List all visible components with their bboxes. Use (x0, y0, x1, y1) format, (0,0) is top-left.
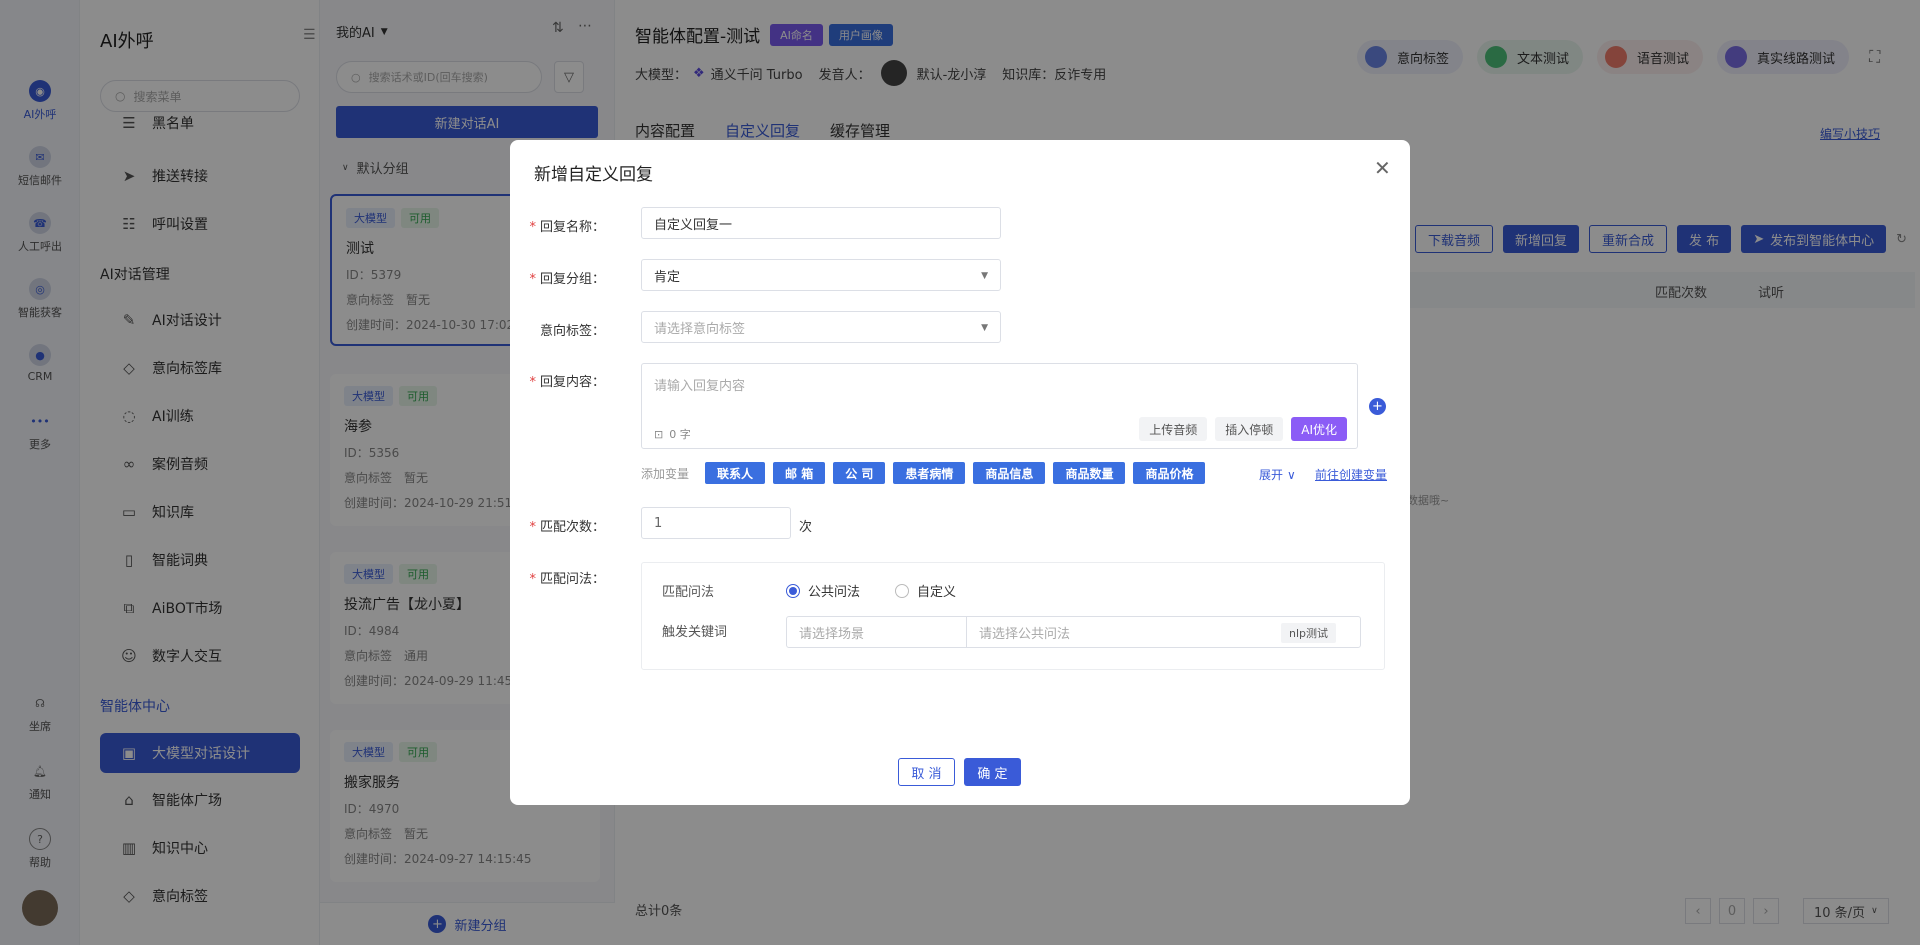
add-variable-label: 添加变量 (641, 466, 690, 481)
confirm-button[interactable]: 确 定 (964, 758, 1021, 786)
content-label: * 回复内容： (529, 375, 605, 390)
reply-group-label-text: 回复分组： (539, 272, 605, 287)
reply-name-input[interactable]: 自定义回复一 (641, 207, 1001, 239)
char-count: ⊡ 0 字 (654, 426, 691, 442)
radio-public[interactable]: 公共问法 (786, 581, 860, 600)
chevron-down-icon: ∨ (1287, 467, 1296, 482)
caret-down-icon: ▼ (981, 271, 988, 281)
radio-custom-label: 自定义 (917, 585, 957, 600)
content-tools: 上传音频 插入停顿 AI优化 (1131, 417, 1347, 441)
intent-select[interactable]: 请选择意向标签 ▼ (641, 311, 1001, 343)
match-question-label-text: 匹配问法： (539, 572, 605, 587)
caret-down-icon: ▼ (981, 323, 988, 333)
match-count-value: 1 (654, 515, 663, 531)
scene-select[interactable]: 请选择场景 (787, 617, 967, 647)
add-content-icon[interactable]: + (1369, 398, 1386, 415)
radio-public-label: 公共问法 (808, 585, 861, 600)
variable-chip[interactable]: 联系人 (705, 462, 766, 484)
variable-chip[interactable]: 公 司 (833, 462, 886, 484)
variable-chip[interactable]: 邮 箱 (773, 462, 826, 484)
intent-label: 意向标签： (539, 324, 605, 339)
add-reply-modal: 新增自定义回复 ✕ * 回复名称： 自定义回复一 * 回复分组： 肯定 ▼ 意向标签：… (510, 140, 1410, 805)
variable-chip[interactable]: 商品数量 (1053, 462, 1126, 484)
ai-optimize-button[interactable]: AI优化 (1291, 417, 1347, 441)
upload-audio-button[interactable]: 上传音频 (1139, 417, 1208, 441)
variable-chip[interactable]: 患者病情 (893, 462, 966, 484)
expand-toggle[interactable]: 展开 ∨ (1259, 466, 1296, 483)
content-label-text: 回复内容： (539, 375, 605, 390)
variable-chip[interactable]: 商品信息 (973, 462, 1046, 484)
modal-title: 新增自定义回复 (534, 165, 653, 185)
match-question-box: 匹配问法 公共问法 自定义 触发关键词 请选择场景 请选择公共问法 nlp测试 (641, 562, 1385, 670)
radio-checked-icon (786, 583, 800, 598)
create-variable-link[interactable]: 前往创建变量 (1315, 466, 1387, 483)
radio-custom[interactable]: 自定义 (895, 581, 956, 600)
trigger-keyword-field: 请选择场景 请选择公共问法 nlp测试 (786, 616, 1361, 648)
variable-bar: 添加变量 联系人 邮 箱 公 司 患者病情 商品信息 商品数量 商品价格 (641, 462, 1213, 484)
cancel-button[interactable]: 取 消 (898, 758, 955, 786)
image-icon: ⊡ (654, 427, 664, 441)
intent-placeholder: 请选择意向标签 (654, 321, 746, 337)
reply-group-value: 肯定 (654, 269, 681, 285)
scene-placeholder: 请选择场景 (799, 626, 865, 642)
match-question-label: * 匹配问法： (529, 572, 605, 587)
match-count-label: * 匹配次数： (529, 520, 605, 535)
expand-label: 展开 (1259, 468, 1284, 482)
trigger-keyword-label: 触发关键词 (662, 625, 728, 640)
variable-chip[interactable]: 商品价格 (1133, 462, 1206, 484)
public-question-placeholder: 请选择公共问法 (979, 626, 1071, 642)
reply-group-label: * 回复分组： (529, 272, 605, 287)
match-count-unit: 次 (799, 520, 813, 535)
content-textarea[interactable]: 请输入回复内容 ⊡ 0 字 上传音频 插入停顿 AI优化 (641, 363, 1358, 449)
public-question-select[interactable]: 请选择公共问法 nlp测试 (967, 617, 1360, 647)
reply-group-select[interactable]: 肯定 ▼ (641, 259, 1001, 291)
match-count-input[interactable]: 1 (641, 507, 791, 539)
nlp-tag[interactable]: nlp测试 (1280, 623, 1336, 643)
reply-name-label: * 回复名称： (529, 220, 605, 235)
close-icon[interactable]: ✕ (1374, 156, 1391, 180)
content-placeholder: 请输入回复内容 (654, 379, 746, 394)
match-count-label-text: 匹配次数： (539, 520, 605, 535)
match-question-inner-label: 匹配问法 (662, 585, 715, 600)
insert-pause-button[interactable]: 插入停顿 (1215, 417, 1284, 441)
char-count-value: 0 字 (669, 428, 691, 441)
radio-unchecked-icon (895, 583, 909, 598)
reply-name-label-text: 回复名称： (539, 220, 605, 235)
reply-name-value: 自定义回复一 (654, 217, 733, 233)
